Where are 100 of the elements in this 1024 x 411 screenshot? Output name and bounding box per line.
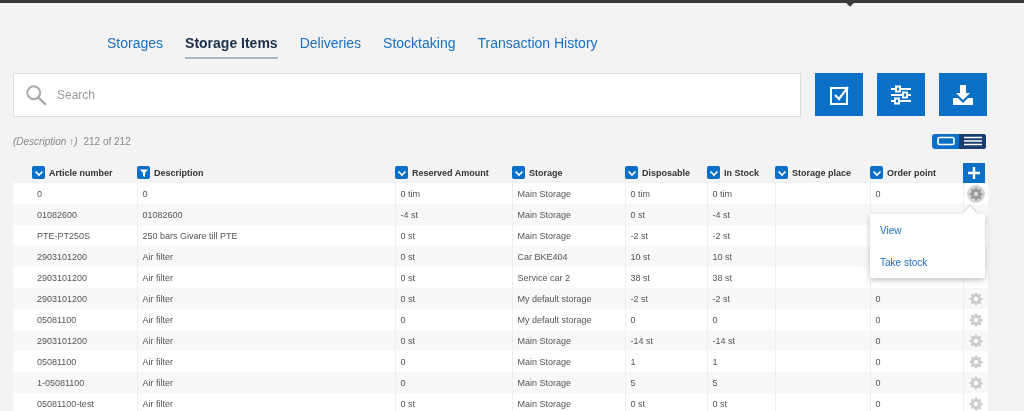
table-cell: 0 [870,393,963,411]
column-header[interactable]: Disposable [642,167,690,178]
chevron-icon[interactable] [395,166,408,179]
table-cell: 38 st [625,267,707,288]
column-header[interactable]: Article number [49,167,113,178]
column-header[interactable]: Reserved Amount [412,167,489,178]
table-cell: Service car 2 [512,267,625,288]
table-cell: 05081100 [13,309,137,330]
tab[interactable]: Deliveries [299,35,362,57]
add-column-button[interactable] [963,162,985,183]
table-cell: 0 st [625,393,707,411]
table-cell: 250 bars Givare till PTE [137,225,395,246]
card-view-icon[interactable] [935,135,956,147]
table-cell: 2903101200 [13,246,137,267]
table-cell: 0 [13,183,137,204]
table-cell: 0 [870,330,963,351]
table-cell: 01082600 [137,204,395,225]
table-cell: Car BKE404 [512,246,625,267]
table-cell: Main Storage [512,204,625,225]
view-toggle[interactable] [932,133,986,149]
table-cell: My default storage [512,288,625,309]
table-cell: Air filter [137,330,395,351]
tab[interactable]: Stocktaking [383,35,456,57]
table-cell: 0 st [395,225,512,246]
table-cell: 1-05081100 [13,372,137,393]
plus-icon [968,166,980,179]
table-cell: Air filter [137,351,395,372]
column-header[interactable]: Storage place [792,167,852,178]
table-cell: 1 [707,351,775,372]
table-cell: 5 [707,372,775,393]
column-header[interactable]: Order point [887,167,936,178]
chevron-icon[interactable] [707,166,720,179]
table-cell: -2 st [707,288,775,309]
table-cell: -4 st [707,204,775,225]
table-cell: 0 st [395,288,512,309]
chevron-icon[interactable] [512,166,525,179]
toolbar-button[interactable] [939,73,987,116]
table-cell: 0 [395,372,512,393]
tab[interactable]: Transaction History [477,35,598,57]
table-cell: Main Storage [512,225,625,246]
table-cell: 2903101200 [13,267,137,288]
table-cell: 0 st [395,246,512,267]
table-cell: Air filter [137,288,395,309]
table-cell: -2 st [625,225,707,246]
table-cell: 05081100-test [13,393,137,411]
sort-info: (Description ↑) [13,135,78,147]
table-cell: 0 [395,309,512,330]
table-cell: 0 [137,183,395,204]
table-cell: Air filter [137,393,395,411]
table-cell: Main Storage [512,393,625,411]
table-cell: Main Storage [512,183,625,204]
toolbar-button[interactable] [877,73,925,116]
table-cell: 0 [625,309,707,330]
chevron-icon[interactable] [775,166,788,179]
table-cell: -2 st [625,288,707,309]
table-cell: 05081100 [13,351,137,372]
table-cell: 1 [625,351,707,372]
table-cell: Main Storage [512,372,625,393]
table-cell: Main Storage [512,330,625,351]
tab[interactable]: Storages [107,35,164,57]
table-cell: -14 st [625,330,707,351]
table-cell: Air filter [137,372,395,393]
settings-button[interactable] [966,184,985,203]
table-cell: 38 st [707,267,775,288]
table-cell: 0 st [707,393,775,411]
table-cell: -2 st [707,225,775,246]
tab[interactable]: Storage Items [185,35,278,59]
table-cell: 0 tim [395,183,512,204]
chevron-icon[interactable] [625,166,638,179]
search-field[interactable]: Search [13,73,801,117]
table-cell: 0 [870,372,963,393]
table-cell: 10 st [707,246,775,267]
toolbar-button[interactable] [815,73,863,116]
table-cell: My default storage [512,309,625,330]
filter-icon[interactable] [137,166,150,179]
column-header[interactable]: In Stock [724,167,759,178]
table-cell: -4 st [395,204,512,225]
chevron-icon[interactable] [870,166,883,179]
table-cell: 0 tim [707,183,775,204]
table-cell: 0 [395,351,512,372]
table-cell: 0 st [395,393,512,411]
table-cell: 0 [870,288,963,309]
table-cell: Main Storage [512,351,625,372]
table-cell: -14 st [707,330,775,351]
table-cell: 10 st [625,246,707,267]
table-cell: 2903101200 [13,288,137,309]
chevron-icon[interactable] [32,166,45,179]
table-cell: Air filter [137,267,395,288]
table-cell: Air filter [137,309,395,330]
menu-item[interactable]: Take stock [880,256,928,268]
menu-item[interactable]: View [880,224,902,236]
table-cell: 0 [707,309,775,330]
column-header[interactable]: Storage [529,167,563,178]
table-cell: PTE-PT250S [13,225,137,246]
column-header[interactable]: Description [154,167,204,178]
list-view-icon[interactable] [962,135,983,147]
table-cell: 5 [625,372,707,393]
table-cell: 0 tim [625,183,707,204]
table-cell: 0 st [395,267,512,288]
table-cell: 0 st [395,330,512,351]
